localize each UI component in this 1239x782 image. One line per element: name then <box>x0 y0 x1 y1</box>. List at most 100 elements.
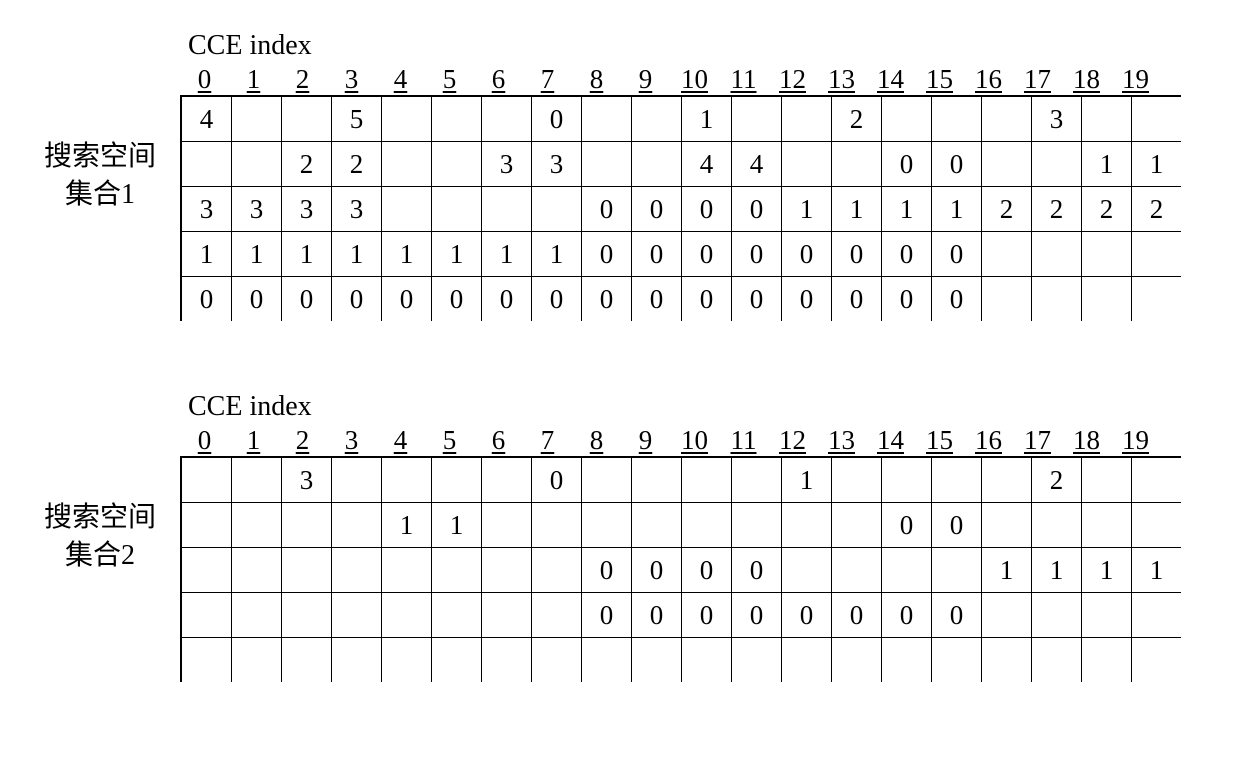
cell <box>832 142 882 187</box>
cell <box>1132 232 1182 277</box>
cell: 1 <box>432 232 482 277</box>
cell <box>932 638 982 683</box>
cell <box>582 638 632 683</box>
cce-index-col-16: 16 <box>964 425 1013 456</box>
cce-index-col-10: 10 <box>670 64 719 95</box>
cell <box>382 548 432 593</box>
cell: 0 <box>882 142 932 187</box>
cell: 3 <box>282 457 332 503</box>
cce-index-col-12: 12 <box>768 425 817 456</box>
cce-index-header-2: 012345678910111213141516171819 <box>180 425 1181 456</box>
cell <box>1032 503 1082 548</box>
cell: 0 <box>882 593 932 638</box>
cell <box>382 457 432 503</box>
cell <box>532 593 582 638</box>
cell <box>282 503 332 548</box>
cell <box>1082 457 1132 503</box>
cce-index-col-12: 12 <box>768 64 817 95</box>
cell: 3 <box>332 187 382 232</box>
cell <box>632 96 682 142</box>
cell <box>482 457 532 503</box>
table-row: 2233440011 <box>181 142 1181 187</box>
cell: 3 <box>282 187 332 232</box>
cell <box>1132 457 1182 503</box>
cell <box>532 187 582 232</box>
cell <box>1032 277 1082 322</box>
cce-index-col-15: 15 <box>915 425 964 456</box>
cell <box>982 142 1032 187</box>
cell <box>532 638 582 683</box>
table-row: 3012 <box>181 457 1181 503</box>
cell <box>582 503 632 548</box>
cell <box>181 457 232 503</box>
search-space-set-2: 搜索空间 集合2 CCE index 012345678910111213141… <box>20 391 1219 682</box>
cell <box>1132 503 1182 548</box>
cell <box>482 187 532 232</box>
cce-index-col-19: 19 <box>1111 425 1160 456</box>
cell <box>982 232 1032 277</box>
cell <box>332 638 382 683</box>
cell: 2 <box>832 96 882 142</box>
cell: 0 <box>882 232 932 277</box>
cell <box>782 142 832 187</box>
cell: 0 <box>532 277 582 322</box>
cell <box>432 457 482 503</box>
cell <box>632 457 682 503</box>
cell <box>382 96 432 142</box>
cell: 0 <box>232 277 282 322</box>
set2-label-line1: 搜索空间 <box>20 499 180 537</box>
cell: 0 <box>932 593 982 638</box>
cell: 0 <box>682 593 732 638</box>
cell: 0 <box>882 503 932 548</box>
cell <box>932 96 982 142</box>
cell <box>882 96 932 142</box>
cell <box>232 457 282 503</box>
cell <box>982 457 1032 503</box>
cell: 2 <box>1032 187 1082 232</box>
cce-index-col-3: 3 <box>327 64 376 95</box>
cell <box>932 457 982 503</box>
search-space-set-1: 搜索空间 集合1 CCE index 012345678910111213141… <box>20 30 1219 321</box>
cce-index-col-2: 2 <box>278 425 327 456</box>
cell <box>682 638 732 683</box>
set2-label-line2: 集合2 <box>20 537 180 575</box>
cell: 1 <box>782 187 832 232</box>
cce-index-col-9: 9 <box>621 64 670 95</box>
cell: 2 <box>1082 187 1132 232</box>
cell <box>882 638 932 683</box>
cell <box>782 96 832 142</box>
cell: 4 <box>732 142 782 187</box>
cell: 0 <box>181 277 232 322</box>
cell: 0 <box>832 277 882 322</box>
cce-index-col-17: 17 <box>1013 64 1062 95</box>
cell: 4 <box>181 96 232 142</box>
cell <box>232 638 282 683</box>
cell <box>181 548 232 593</box>
cce-index-col-5: 5 <box>425 425 474 456</box>
cell <box>382 638 432 683</box>
cell: 0 <box>932 142 982 187</box>
cell <box>1032 142 1082 187</box>
cell <box>181 593 232 638</box>
cell <box>482 638 532 683</box>
cce-index-col-5: 5 <box>425 64 474 95</box>
cell: 1 <box>482 232 532 277</box>
cce-index-col-18: 18 <box>1062 64 1111 95</box>
cell <box>232 503 282 548</box>
cell: 1 <box>181 232 232 277</box>
cell <box>782 548 832 593</box>
cce-index-header-1: 012345678910111213141516171819 <box>180 64 1181 95</box>
cell: 0 <box>682 548 732 593</box>
cce-index-col-8: 8 <box>572 425 621 456</box>
cell: 1 <box>682 96 732 142</box>
cell <box>232 548 282 593</box>
table-row: 00001111 <box>181 548 1181 593</box>
cell <box>532 548 582 593</box>
cell <box>482 96 532 142</box>
cce-index-col-14: 14 <box>866 64 915 95</box>
cell <box>832 638 882 683</box>
cce-index-col-8: 8 <box>572 64 621 95</box>
cell <box>181 638 232 683</box>
cce-index-col-10: 10 <box>670 425 719 456</box>
cell: 2 <box>1132 187 1182 232</box>
